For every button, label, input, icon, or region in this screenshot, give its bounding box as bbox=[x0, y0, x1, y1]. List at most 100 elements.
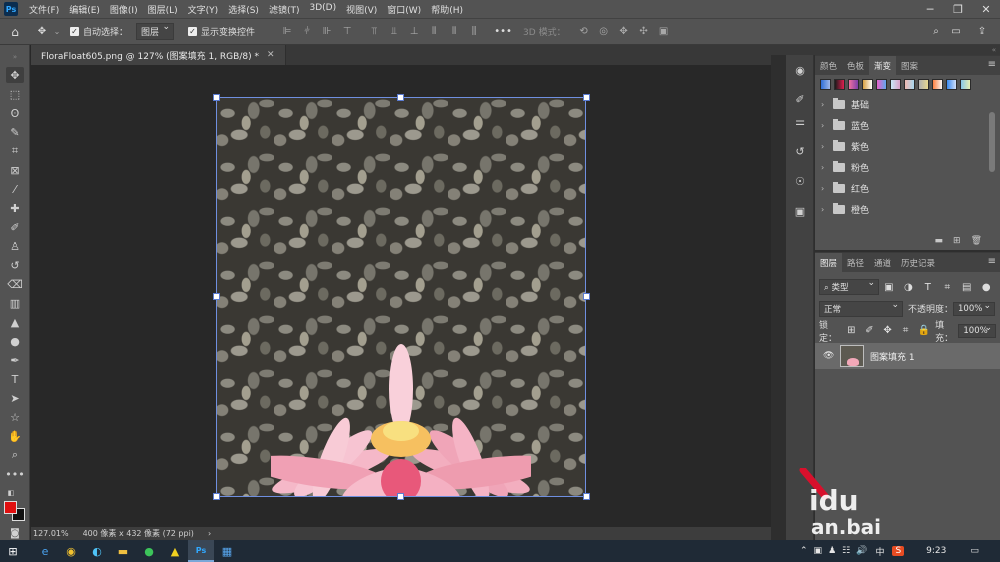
transform-handle-bottom-right[interactable] bbox=[583, 493, 590, 500]
filter-type-icon[interactable]: T bbox=[921, 280, 934, 294]
menu-item[interactable]: 视图(V) bbox=[341, 3, 382, 16]
transform-handle-bottom[interactable] bbox=[397, 493, 404, 500]
distribute-h-icon[interactable]: ⦀ bbox=[447, 25, 461, 39]
lock-position-icon[interactable]: ✥ bbox=[881, 324, 893, 338]
gradient-swatch[interactable] bbox=[820, 79, 831, 90]
gradient-folder[interactable]: › 粉色 bbox=[815, 157, 1000, 178]
lock-transparent-icon[interactable]: ⊞ bbox=[845, 324, 857, 338]
gradient-swatch[interactable] bbox=[932, 79, 943, 90]
search-app-icon[interactable]: ◐ bbox=[84, 540, 110, 562]
default-colors-icon[interactable]: ◧ bbox=[6, 485, 16, 501]
panel-tab[interactable]: 渐变 bbox=[869, 56, 897, 75]
menu-item[interactable]: 选择(S) bbox=[223, 3, 264, 16]
move-tool-preset-icon[interactable]: ✥ bbox=[35, 25, 49, 39]
transform-handle-top-right[interactable] bbox=[583, 94, 590, 101]
wechat-icon[interactable]: ● bbox=[136, 540, 162, 562]
transform-handle-right[interactable] bbox=[583, 293, 590, 300]
document-tab[interactable]: FloraFloat605.png @ 127% (图案填充 1, RGB/8)… bbox=[31, 45, 286, 65]
history-brush-tool-icon[interactable]: ↺ bbox=[6, 257, 24, 273]
gradient-swatch[interactable] bbox=[876, 79, 887, 90]
photoshop-taskbar-icon[interactable]: Ps bbox=[188, 540, 214, 562]
more-options-icon[interactable]: ••• bbox=[494, 25, 512, 39]
eyedropper-tool-icon[interactable]: ⁄ bbox=[6, 181, 24, 197]
properties-panel-icon[interactable]: ▣ bbox=[791, 203, 809, 219]
filter-smart-object-icon[interactable]: ▤ bbox=[960, 280, 973, 294]
gradient-swatch[interactable] bbox=[890, 79, 901, 90]
chrome-browser-icon[interactable]: ◉ bbox=[58, 540, 84, 562]
layers-panel-menu-icon[interactable]: ≡ bbox=[988, 256, 996, 267]
home-icon[interactable]: ⌂ bbox=[8, 25, 22, 39]
gradient-swatch[interactable] bbox=[960, 79, 971, 90]
healing-brush-tool-icon[interactable]: ✚ bbox=[6, 200, 24, 216]
app-store-icon[interactable]: ▦ bbox=[214, 540, 240, 562]
panel-tab[interactable]: 颜色 bbox=[815, 56, 842, 75]
chevron-right-icon[interactable]: › bbox=[821, 205, 829, 214]
chevron-down-icon[interactable]: ⌄ bbox=[50, 25, 64, 39]
quick-mask-icon[interactable]: ◙ bbox=[6, 525, 24, 541]
eraser-tool-icon[interactable]: ⌫ bbox=[6, 276, 24, 292]
gradients-scrollbar[interactable] bbox=[989, 112, 995, 172]
panel-tab[interactable]: 图层 bbox=[815, 253, 843, 272]
menu-item[interactable]: 图层(L) bbox=[143, 3, 183, 16]
tray-sogou-icon[interactable]: S bbox=[892, 546, 905, 556]
menu-item[interactable]: 窗口(W) bbox=[382, 3, 426, 16]
workspace-icon[interactable]: ▭ bbox=[949, 25, 963, 39]
pen-tool-icon[interactable]: ✒ bbox=[6, 352, 24, 368]
toolbar-collapse-icon[interactable]: » bbox=[6, 49, 24, 65]
quick-select-tool-icon[interactable]: ✎ bbox=[6, 124, 24, 140]
share-icon[interactable]: ⇪ bbox=[975, 25, 989, 39]
adjustments-panel-icon[interactable]: ⚌ bbox=[791, 113, 809, 129]
chevron-right-icon[interactable]: › bbox=[821, 184, 829, 193]
foreground-color-swatch[interactable] bbox=[4, 501, 17, 514]
transform-handle-left[interactable] bbox=[213, 293, 220, 300]
align-center-h-icon[interactable]: ⫩ bbox=[300, 25, 314, 39]
menu-item[interactable]: 文件(F) bbox=[24, 3, 64, 16]
edit-toolbar-icon[interactable]: ••• bbox=[5, 466, 24, 482]
gradient-folder[interactable]: › 橙色 bbox=[815, 199, 1000, 220]
new-group-icon[interactable]: ▬ bbox=[935, 236, 944, 246]
opacity-field[interactable]: 100% bbox=[953, 301, 996, 316]
canvas-area[interactable] bbox=[31, 65, 771, 527]
lock-all-icon[interactable]: 🔒 bbox=[918, 324, 930, 338]
marquee-tool-icon[interactable]: ⬚ bbox=[6, 86, 24, 102]
gradient-folder[interactable]: › 紫色 bbox=[815, 136, 1000, 157]
file-explorer-icon[interactable]: ▬ bbox=[110, 540, 136, 562]
eye-visibility-icon[interactable]: 👁 bbox=[823, 351, 835, 361]
clone-stamp-tool-icon[interactable]: ♙ bbox=[6, 238, 24, 254]
notification-center-icon[interactable]: ▭ bbox=[970, 546, 979, 556]
minimize-button[interactable]: ─ bbox=[916, 0, 944, 18]
gradient-folder[interactable]: › 红色 bbox=[815, 178, 1000, 199]
type-tool-icon[interactable]: T bbox=[6, 371, 24, 387]
3d-drag-icon[interactable]: ✥ bbox=[617, 25, 631, 39]
shape-tool-icon[interactable]: ☆ bbox=[6, 409, 24, 425]
panel-tab[interactable]: 图案 bbox=[896, 56, 923, 75]
move-tool-icon[interactable]: ✥ bbox=[6, 67, 24, 83]
3d-slide-icon[interactable]: ✣ bbox=[637, 25, 651, 39]
menu-item[interactable]: 帮助(H) bbox=[426, 3, 468, 16]
tray-expand-icon[interactable]: ⌃ bbox=[800, 546, 808, 556]
warning-app-icon[interactable]: ▲ bbox=[162, 540, 188, 562]
auto-select-checkbox[interactable]: ✓ bbox=[70, 27, 79, 36]
gradient-tool-icon[interactable]: ▥ bbox=[6, 295, 24, 311]
distribute-left-icon[interactable]: ⫴ bbox=[427, 25, 441, 39]
zoom-level[interactable]: 127.01% bbox=[33, 529, 69, 538]
history-panel-icon[interactable]: ↺ bbox=[791, 143, 809, 159]
filter-adjustment-icon[interactable]: ◑ bbox=[902, 280, 915, 294]
gradient-folder[interactable]: › 蓝色 bbox=[815, 115, 1000, 136]
status-menu-arrow[interactable]: › bbox=[208, 529, 211, 538]
distribute-right-icon[interactable]: ⫼ bbox=[467, 25, 481, 39]
tray-network-icon[interactable]: ☷ bbox=[842, 546, 850, 556]
lock-image-icon[interactable]: ✐ bbox=[863, 324, 875, 338]
new-gradient-icon[interactable]: ⊞ bbox=[953, 236, 961, 246]
menu-item[interactable]: 图像(I) bbox=[105, 3, 143, 16]
frame-tool-icon[interactable]: ⊠ bbox=[6, 162, 24, 178]
transform-bounding-box[interactable] bbox=[216, 97, 586, 497]
fill-field[interactable]: 100% bbox=[958, 323, 996, 338]
close-window-button[interactable]: ✕ bbox=[972, 0, 1000, 18]
delete-gradient-icon[interactable]: 🗑 bbox=[971, 236, 982, 246]
dodge-tool-icon[interactable]: ● bbox=[6, 333, 24, 349]
tray-app-icon[interactable]: ▣ bbox=[814, 546, 823, 556]
auto-select-option[interactable]: ✓ 自动选择： bbox=[70, 25, 128, 38]
lock-artboard-icon[interactable]: ⌗ bbox=[900, 324, 912, 338]
menu-item[interactable]: 文字(Y) bbox=[183, 3, 224, 16]
